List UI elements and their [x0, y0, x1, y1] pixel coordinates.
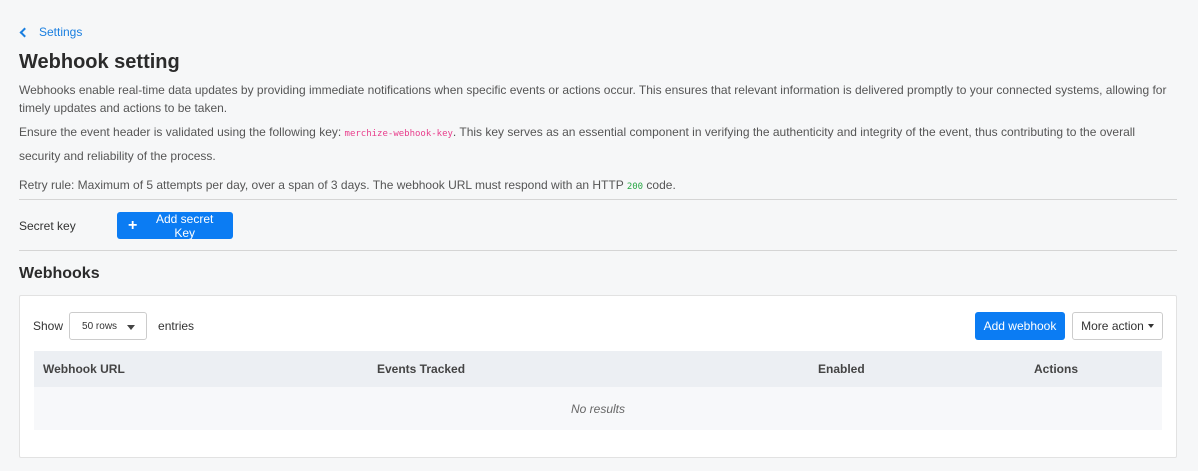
table-header: Webhook URL Events Tracked Enabled Actio…	[34, 351, 1162, 387]
retry-after: code.	[643, 178, 676, 192]
webhooks-toolbar: Show 50 rows entries Add webhook More ac…	[20, 312, 1176, 340]
more-action-label: More action	[1081, 319, 1144, 333]
caret-down-icon	[1147, 324, 1154, 328]
add-secret-key-label: Add secret Key	[155, 211, 214, 240]
divider	[19, 199, 1177, 200]
webhooks-card: Show 50 rows entries Add webhook More ac…	[19, 295, 1177, 458]
retry-before: Retry rule: Maximum of 5 attempts per da…	[19, 178, 627, 192]
divider	[19, 250, 1177, 251]
secret-key-label: Secret key	[19, 218, 76, 233]
add-secret-key-button[interactable]: + Add secret Key	[117, 211, 233, 240]
header-note-before: Ensure the event header is validated usi…	[19, 125, 345, 139]
chevron-left-icon	[19, 27, 30, 37]
show-entries-group: Show 50 rows entries	[33, 312, 194, 340]
webhooks-table: Webhook URL Events Tracked Enabled Actio…	[34, 351, 1162, 430]
caret-down-icon	[127, 325, 136, 330]
retry-rule-note: Retry rule: Maximum of 5 attempts per da…	[19, 176, 1169, 196]
table-empty-row: No results	[34, 387, 1162, 430]
add-webhook-button[interactable]: Add webhook	[975, 312, 1065, 340]
retry-code: 200	[626, 182, 644, 192]
secret-key-row: Secret key + Add secret Key	[19, 211, 233, 240]
entries-label: entries	[158, 319, 195, 333]
webhooks-section-title: Webhooks	[19, 265, 100, 282]
column-header-webhook-url[interactable]: Webhook URL	[43, 362, 125, 376]
plus-icon: +	[128, 216, 138, 234]
breadcrumb-label: Settings	[39, 25, 83, 39]
more-action-button[interactable]: More action	[1072, 312, 1163, 340]
page-description: Webhooks enable real-time data updates b…	[19, 83, 1167, 115]
header-key-note: Ensure the event header is validated usi…	[19, 121, 1169, 167]
rows-select-value: 50 rows	[82, 320, 118, 332]
show-label: Show	[33, 319, 64, 333]
page-title: Webhook setting	[19, 51, 180, 73]
header-key-code: merchize-webhook-key	[344, 129, 453, 139]
column-header-events-tracked[interactable]: Events Tracked	[377, 362, 465, 376]
column-header-actions: Actions	[1034, 362, 1079, 376]
column-header-enabled[interactable]: Enabled	[818, 362, 865, 376]
rows-per-page-select[interactable]: 50 rows	[69, 312, 148, 340]
breadcrumb-back-link[interactable]: Settings	[19, 25, 82, 39]
empty-state-text: No results	[570, 401, 626, 416]
